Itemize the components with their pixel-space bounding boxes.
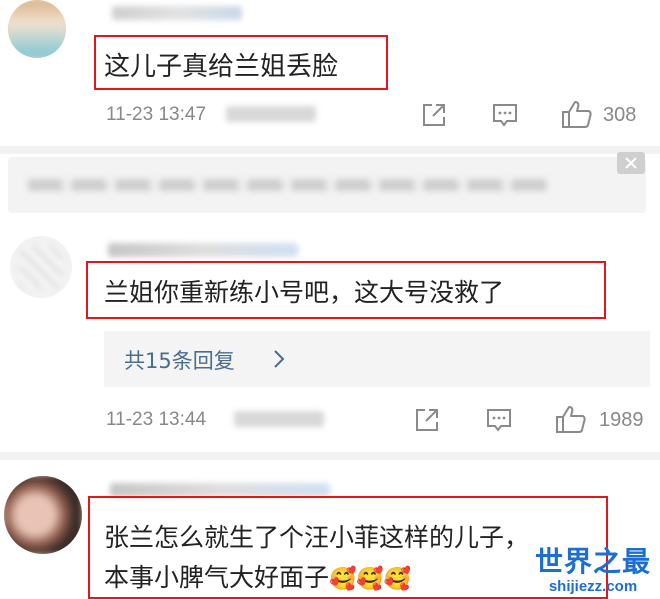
divider <box>0 452 660 460</box>
username[interactable] <box>108 243 298 257</box>
username[interactable] <box>112 6 242 20</box>
comment-text: 兰姐你重新练小号吧，这大号没救了 <box>104 278 505 307</box>
watermark: 世界之最 shijiezz.com <box>528 540 658 595</box>
comment-text-line-2-row: 本事小脾气大好面子🥰🥰🥰 <box>104 558 411 594</box>
username[interactable] <box>110 483 330 497</box>
comment-text-line-2: 本事小脾气大好面子 <box>104 563 330 592</box>
comment-text-line-1: 张兰怎么就生了个汪小菲这样的儿子， <box>104 523 530 552</box>
share-icon[interactable] <box>414 407 440 433</box>
like-count: 308 <box>603 104 637 126</box>
emoji-icon: 🥰 <box>356 567 384 592</box>
collapsed-reply-strip <box>8 157 646 213</box>
emoji-icon: 🥰 <box>383 567 412 592</box>
comment-time: 11-23 13:44 <box>106 409 207 430</box>
comment-source <box>234 411 324 427</box>
avatar[interactable] <box>4 476 82 554</box>
replies-count-link[interactable]: 共15条回复 <box>124 345 235 375</box>
chevron-right-icon <box>274 350 285 368</box>
comment-time: 11-23 13:47 <box>106 104 207 125</box>
close-icon[interactable] <box>617 152 645 174</box>
divider <box>0 146 660 154</box>
share-icon[interactable] <box>421 102 447 128</box>
like-count: 1989 <box>599 409 644 431</box>
avatar[interactable] <box>8 0 66 58</box>
comment-icon[interactable] <box>486 407 512 433</box>
comment-icon[interactable] <box>492 102 518 128</box>
watermark-title: 世界之最 <box>534 545 651 578</box>
thumbs-up-icon[interactable] <box>561 99 593 129</box>
thumbs-up-icon[interactable] <box>555 404 587 434</box>
replies-box[interactable]: 共15条回复 <box>104 331 650 387</box>
comment-source <box>226 106 316 122</box>
comment-text: 这儿子真给兰姐丢脸 <box>104 52 339 82</box>
watermark-url: shijiezz.com <box>548 578 638 595</box>
avatar[interactable] <box>10 236 72 298</box>
emoji-icon: 🥰 <box>329 567 357 592</box>
